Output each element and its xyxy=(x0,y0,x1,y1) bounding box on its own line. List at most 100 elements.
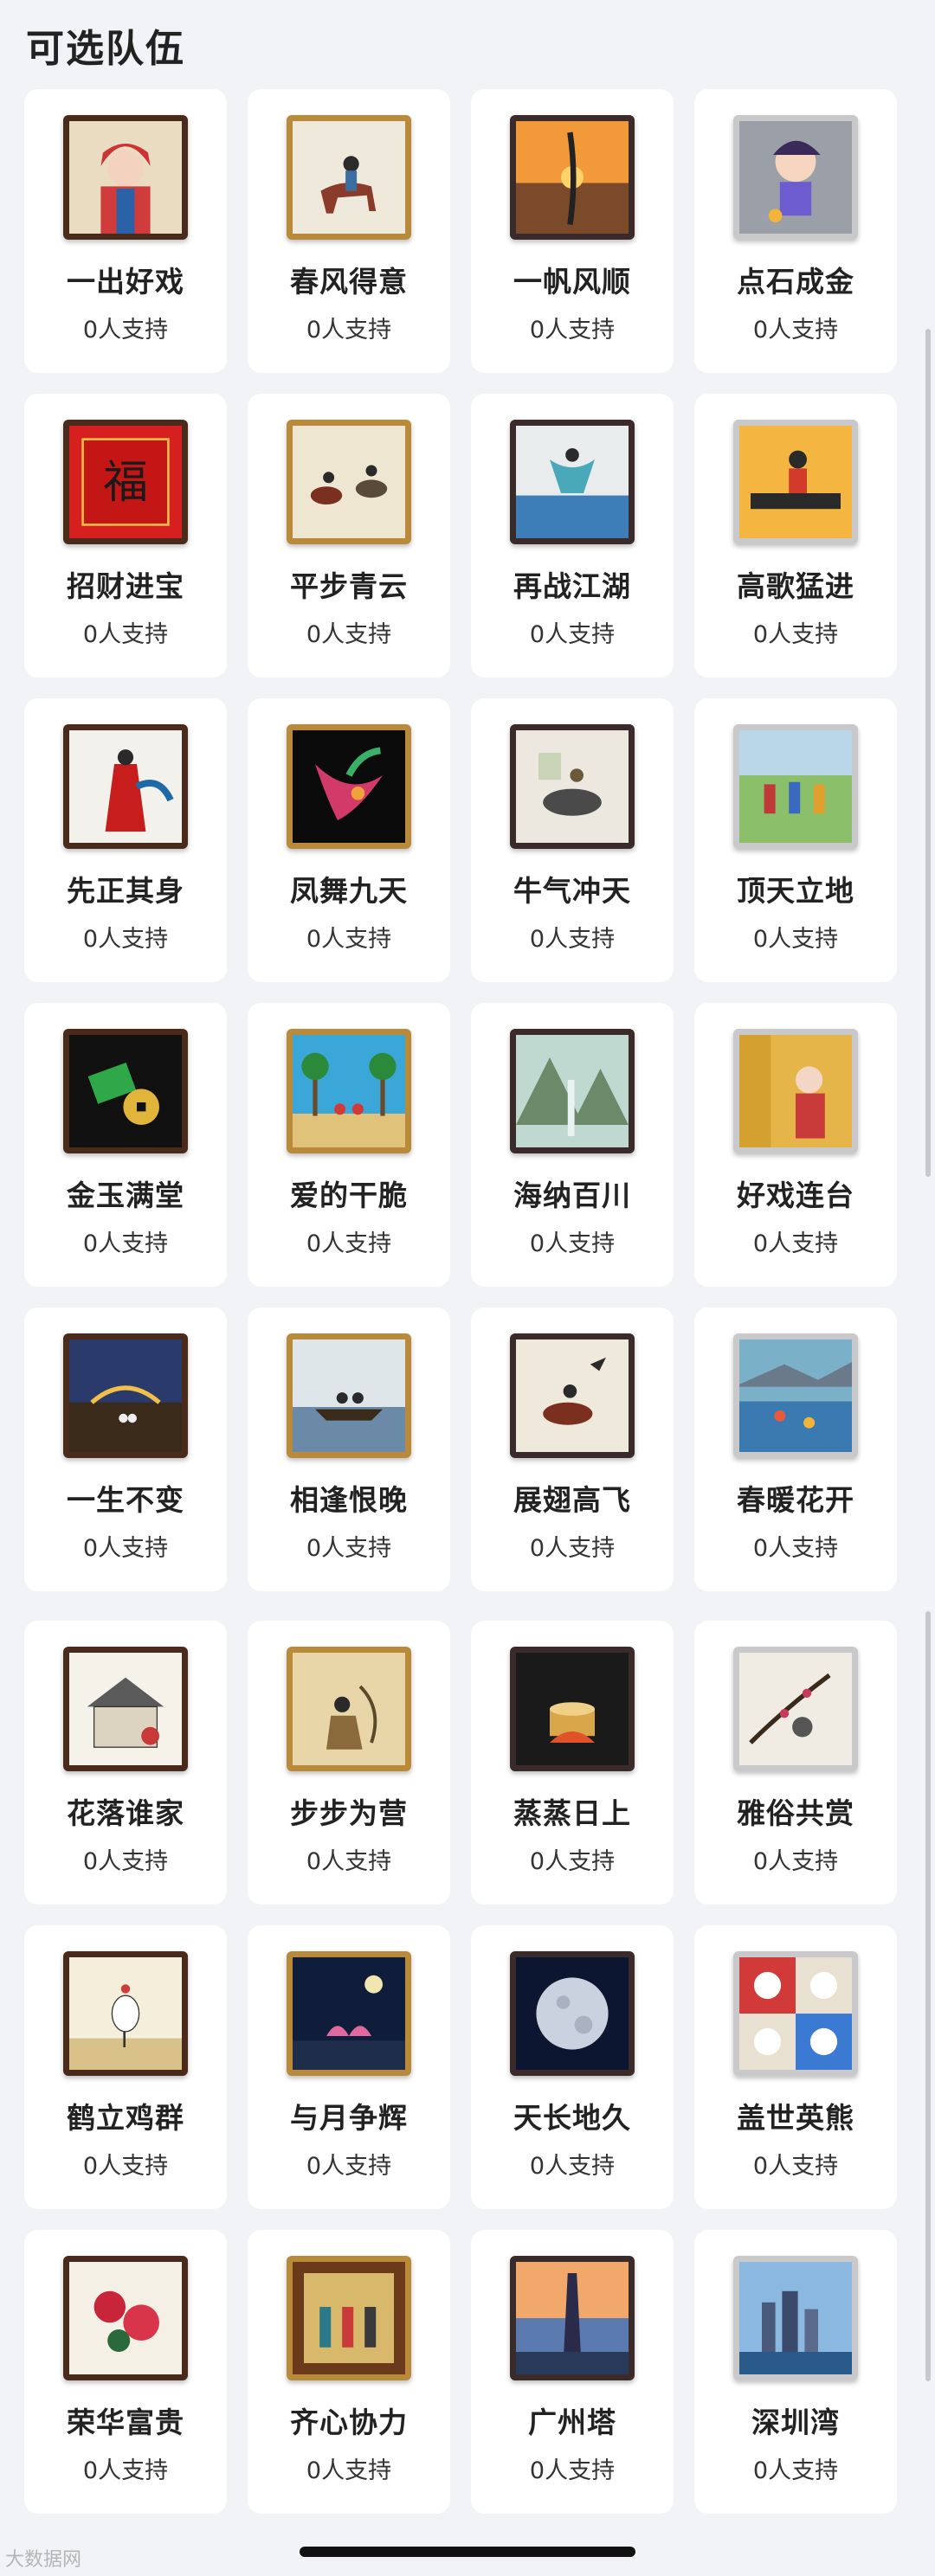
team-name: 一帆风顺 xyxy=(513,265,631,299)
team-grid: 一出好戏 0人支持 春风得意 0人支持 一帆风顺 0人支持 点石成金 0人支持福招财进宝 0人支… xyxy=(24,89,897,2534)
team-card[interactable]: 花落谁家 0人支持 xyxy=(24,1621,227,1905)
support-count: 0人支持 xyxy=(82,1535,169,1562)
support-count: 0人支持 xyxy=(306,317,392,344)
team-card[interactable]: 步步为营 0人支持 xyxy=(248,1621,450,1905)
scrollbar-upper[interactable] xyxy=(925,329,931,1177)
team-card[interactable]: 鹤立鸡群 0人支持 xyxy=(24,1925,227,2209)
team-card[interactable]: 春暖花开 0人支持 xyxy=(694,1307,897,1591)
support-count: 0人支持 xyxy=(752,621,839,648)
team-name: 齐心协力 xyxy=(290,2406,408,2439)
ancient-group-thumbnail xyxy=(287,2256,411,2380)
pandas-thumbnail xyxy=(733,1951,858,2076)
night-couple-thumbnail xyxy=(63,1333,188,1458)
team-card[interactable]: 点石成金 0人支持 xyxy=(694,89,897,373)
boat-meeting-thumbnail xyxy=(287,1333,411,1458)
team-name: 平步青云 xyxy=(290,569,408,603)
support-count: 0人支持 xyxy=(306,1535,392,1562)
full-moon-thumbnail xyxy=(510,1951,635,2076)
team-name: 相逢恨晚 xyxy=(290,1483,408,1517)
team-card[interactable]: 雅俗共赏 0人支持 xyxy=(694,1621,897,1905)
ox-rider-thumbnail xyxy=(510,724,635,849)
support-count: 0人支持 xyxy=(529,621,616,648)
team-name: 好戏连台 xyxy=(737,1179,854,1212)
peonies-thumbnail xyxy=(63,2256,188,2380)
sunset-sail-thumbnail xyxy=(510,115,635,240)
team-name: 春风得意 xyxy=(290,265,408,299)
team-card[interactable]: 顶天立地 0人支持 xyxy=(694,698,897,982)
scholars-thumbnail xyxy=(287,1647,411,1771)
cartoon-girl-thumbnail xyxy=(733,115,858,240)
team-name: 雅俗共赏 xyxy=(737,1796,854,1830)
team-name: 盖世英熊 xyxy=(737,2101,854,2135)
support-count: 0人支持 xyxy=(529,2153,616,2180)
team-name: 展翅高飞 xyxy=(513,1483,631,1517)
team-card[interactable]: 蒸蒸日上 0人支持 xyxy=(471,1621,674,1905)
jade-coin-thumbnail xyxy=(63,1029,188,1153)
team-card[interactable]: 荣华富贵 0人支持 xyxy=(24,2230,227,2514)
team-name: 步步为营 xyxy=(290,1796,408,1830)
team-name: 先正其身 xyxy=(67,874,184,908)
support-count: 0人支持 xyxy=(82,1848,169,1875)
team-card[interactable]: 高歌猛进 0人支持 xyxy=(694,394,897,678)
team-card[interactable]: 广州塔 0人支持 xyxy=(471,2230,674,2514)
team-card[interactable]: 福招财进宝 0人支持 xyxy=(24,394,227,678)
support-count: 0人支持 xyxy=(306,2457,392,2484)
horse-riders-thumbnail xyxy=(287,420,411,544)
team-name: 一出好戏 xyxy=(67,265,184,299)
team-name: 凤舞九天 xyxy=(290,874,408,908)
team-name: 再战江湖 xyxy=(513,569,631,603)
team-card[interactable]: 一生不变 0人支持 xyxy=(24,1307,227,1591)
team-card[interactable]: 展翅高飞 0人支持 xyxy=(471,1307,674,1591)
canton-tower-thumbnail xyxy=(510,2256,635,2380)
support-count: 0人支持 xyxy=(306,1848,392,1875)
team-card[interactable]: 相逢恨晚 0人支持 xyxy=(248,1307,450,1591)
scrollbar-lower[interactable] xyxy=(925,1611,931,2381)
plum-blossom-thumbnail xyxy=(733,1647,858,1771)
support-count: 0人支持 xyxy=(752,1848,839,1875)
team-card[interactable]: 齐心协力 0人支持 xyxy=(248,2230,450,2514)
house-sketch-thumbnail xyxy=(63,1647,188,1771)
support-count: 0人支持 xyxy=(82,317,169,344)
team-card[interactable]: 牛气冲天 0人支持 xyxy=(471,698,674,982)
support-count: 0人支持 xyxy=(752,926,839,953)
team-card[interactable]: 平步青云 0人支持 xyxy=(248,394,450,678)
team-card[interactable]: 海纳百川 0人支持 xyxy=(471,1003,674,1287)
team-card[interactable]: 先正其身 0人支持 xyxy=(24,698,227,982)
team-card[interactable]: 爱的干脆 0人支持 xyxy=(248,1003,450,1287)
team-card[interactable]: 凤舞九天 0人支持 xyxy=(248,698,450,982)
support-count: 0人支持 xyxy=(82,926,169,953)
opera-curtain-thumbnail xyxy=(733,1029,858,1153)
support-count: 0人支持 xyxy=(306,926,392,953)
team-card[interactable]: 与月争辉 0人支持 xyxy=(248,1925,450,2209)
team-name: 一生不变 xyxy=(67,1483,184,1517)
team-name: 广州塔 xyxy=(528,2406,616,2439)
support-count: 0人支持 xyxy=(752,317,839,344)
rider-bird-thumbnail xyxy=(510,1333,635,1458)
page-title: 可选队伍 xyxy=(26,27,185,71)
team-name: 顶天立地 xyxy=(737,874,854,908)
support-count: 0人支持 xyxy=(306,2153,392,2180)
team-name: 鹤立鸡群 xyxy=(67,2101,184,2135)
team-name: 海纳百川 xyxy=(513,1179,631,1212)
svg-text:福: 福 xyxy=(103,457,148,509)
support-count: 0人支持 xyxy=(752,2153,839,2180)
team-card[interactable]: 深圳湾 0人支持 xyxy=(694,2230,897,2514)
children-field-thumbnail xyxy=(733,724,858,849)
team-name: 春暖花开 xyxy=(737,1483,854,1517)
support-count: 0人支持 xyxy=(82,2457,169,2484)
team-card[interactable]: 一出好戏 0人支持 xyxy=(24,89,227,373)
team-card[interactable]: 再战江湖 0人支持 xyxy=(471,394,674,678)
red-fortune-thumbnail: 福 xyxy=(63,420,188,544)
support-count: 0人支持 xyxy=(529,1535,616,1562)
support-count: 0人支持 xyxy=(752,1535,839,1562)
team-card[interactable]: 天长地久 0人支持 xyxy=(471,1925,674,2209)
watermark: 大数据网 xyxy=(5,2549,82,2571)
team-card[interactable]: 金玉满堂 0人支持 xyxy=(24,1003,227,1287)
team-card[interactable]: 盖世英熊 0人支持 xyxy=(694,1925,897,2209)
team-card[interactable]: 好戏连台 0人支持 xyxy=(694,1003,897,1287)
team-card[interactable]: 春风得意 0人支持 xyxy=(248,89,450,373)
team-name: 金玉满堂 xyxy=(67,1179,184,1212)
team-card[interactable]: 一帆风顺 0人支持 xyxy=(471,89,674,373)
support-count: 0人支持 xyxy=(82,1230,169,1257)
home-indicator[interactable] xyxy=(300,2547,635,2557)
